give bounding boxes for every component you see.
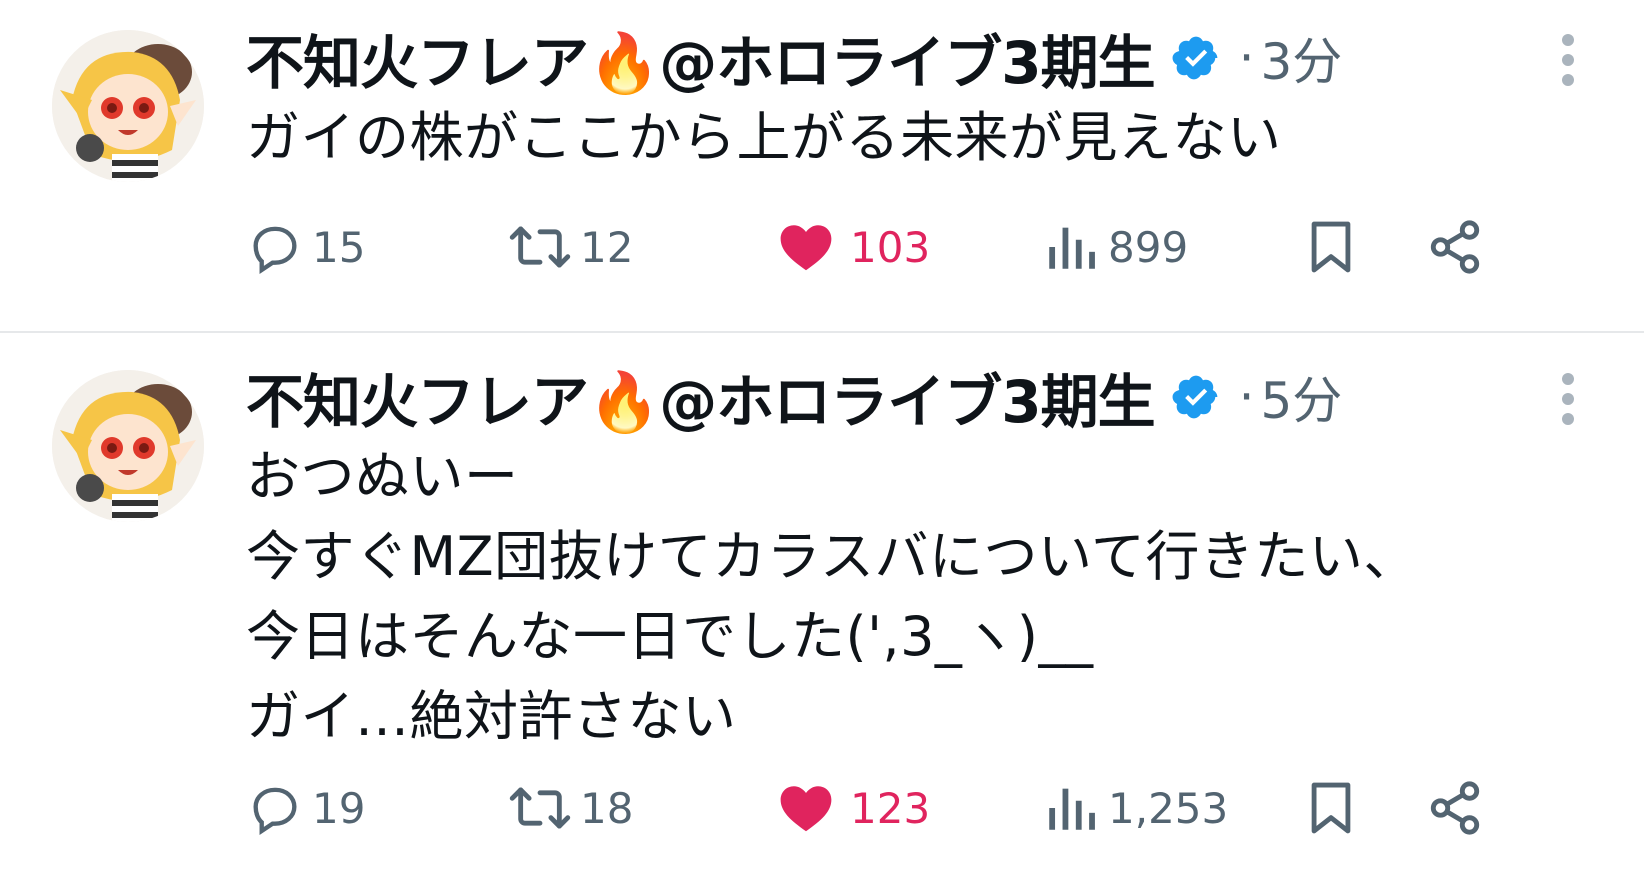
like-count: 123 xyxy=(850,783,931,833)
time-separator: · xyxy=(1238,29,1255,87)
avatar[interactable] xyxy=(52,30,204,182)
like-count: 103 xyxy=(850,222,931,272)
share-button[interactable] xyxy=(1426,212,1484,282)
tweet-header: 不知火フレア🔥@ホロライブ3期生 · 3分 xyxy=(246,18,1584,98)
views-button[interactable]: 899 xyxy=(1042,212,1188,282)
avatar-image xyxy=(52,30,204,182)
tweet[interactable]: 不知火フレア🔥@ホロライブ3期生 · 3分 ガイの株がここから上がる未来が見えな… xyxy=(0,0,1644,333)
avatar[interactable] xyxy=(52,370,204,522)
views-count: 1,253 xyxy=(1108,783,1229,833)
views-icon xyxy=(1049,227,1095,269)
reply-button[interactable]: 19 xyxy=(246,773,365,843)
timeline-feed: 不知火フレア🔥@ホロライブ3期生 · 3分 ガイの株がここから上がる未来が見えな… xyxy=(0,0,1644,896)
verified-badge-icon xyxy=(1172,375,1217,419)
retweet-icon xyxy=(509,787,571,829)
like-button[interactable]: 103 xyxy=(776,212,930,282)
time-separator: · xyxy=(1238,368,1255,426)
display-name[interactable]: 不知火フレア🔥@ホロライブ3期生 xyxy=(246,355,1156,439)
share-icon xyxy=(1430,220,1480,274)
tweet[interactable]: 不知火フレア🔥@ホロライブ3期生 · 5分 おつぬいー 今すぐMZ団抜けてカラス… xyxy=(0,335,1644,896)
bookmark-button[interactable] xyxy=(1302,773,1360,843)
avatar-image xyxy=(52,370,204,522)
share-button[interactable] xyxy=(1426,773,1484,843)
reply-icon xyxy=(253,787,297,836)
timestamp[interactable]: 3分 xyxy=(1260,22,1342,94)
reply-count: 19 xyxy=(312,783,366,833)
retweet-count: 18 xyxy=(580,783,634,833)
tweet-actions: 19 18 123 1,253 xyxy=(246,773,1584,843)
verified-badge-icon xyxy=(1172,36,1217,80)
tweet-text: ガイの株がここから上がる未来が見えない xyxy=(246,106,1282,169)
bookmark-button[interactable] xyxy=(1302,212,1360,282)
more-icon[interactable] xyxy=(1558,373,1578,425)
heart-icon xyxy=(780,225,832,271)
heart-icon xyxy=(780,786,832,832)
retweet-count: 12 xyxy=(580,222,634,272)
retweet-icon xyxy=(509,226,571,268)
display-name[interactable]: 不知火フレア🔥@ホロライブ3期生 xyxy=(246,16,1156,100)
tweet-header: 不知火フレア🔥@ホロライブ3期生 · 5分 xyxy=(246,357,1584,437)
views-count: 899 xyxy=(1108,222,1189,272)
reply-button[interactable]: 15 xyxy=(246,212,365,282)
reply-icon xyxy=(253,226,297,275)
retweet-button[interactable]: 18 xyxy=(508,773,633,843)
share-icon xyxy=(1430,781,1480,835)
more-icon[interactable] xyxy=(1558,34,1578,86)
reply-count: 15 xyxy=(312,222,366,272)
timestamp[interactable]: 5分 xyxy=(1260,361,1342,433)
bookmark-icon xyxy=(1311,782,1351,834)
views-button[interactable]: 1,253 xyxy=(1042,773,1228,843)
views-icon xyxy=(1049,788,1095,830)
tweet-text: おつぬいー 今すぐMZ団抜けてカラスバについて行きたい、 今日はそんな一日でした… xyxy=(246,445,1418,748)
like-button[interactable]: 123 xyxy=(776,773,930,843)
retweet-button[interactable]: 12 xyxy=(508,212,633,282)
bookmark-icon xyxy=(1311,221,1351,273)
tweet-actions: 15 12 103 899 xyxy=(246,212,1584,282)
